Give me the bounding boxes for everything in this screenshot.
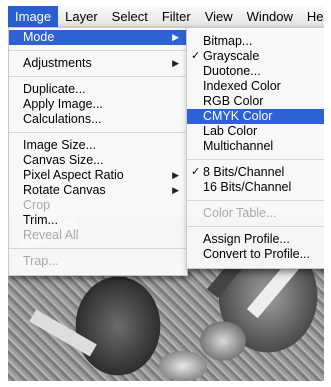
menu-item-calculations[interactable]: Calculations... [9,112,187,127]
menu-item-trim[interactable]: Trim... [9,213,187,228]
submenu-arrow-icon: ▶ [172,58,179,68]
menubar-filter[interactable]: Filter [155,6,198,27]
menu-separator [187,200,324,201]
menu-item-adjustments[interactable]: Adjustments ▶ [9,56,187,71]
submenu-item-duotone[interactable]: Duotone... [187,64,324,79]
submenu-item-color-table: Color Table... [203,206,277,220]
menu-item-label: Pixel Aspect Ratio [23,168,124,182]
menu-separator [9,50,187,51]
menubar-help[interactable]: He [300,6,324,27]
menu-item-rotate-canvas[interactable]: Rotate Canvas ▶ [9,183,187,198]
mode-submenu: Bitmap... ✓ Grayscale Duotone... Indexed… [186,27,324,269]
menu-item-mode[interactable]: Mode ▶ [9,30,187,45]
submenu-arrow-icon: ▶ [172,170,179,180]
submenu-item-indexed-color[interactable]: Indexed Color [187,79,324,94]
submenu-item-lab-color[interactable]: Lab Color [187,124,324,139]
menu-separator [187,159,324,160]
menubar-image[interactable]: Image [8,6,59,27]
submenu-item-16-bits[interactable]: 16 Bits/Channel [187,180,324,195]
menu-separator [9,248,187,249]
menu-item-label: Rotate Canvas [23,183,106,197]
submenu-arrow-icon: ▶ [172,32,179,42]
screenshot-frame: Image Layer Select Filter View Window He… [8,6,324,381]
submenu-item-cmyk-color[interactable]: CMYK Color [187,109,324,124]
menu-item-label: Grayscale [203,49,260,63]
menu-bar: Image Layer Select Filter View Window He [8,6,324,28]
menu-item-image-size[interactable]: Image Size... [9,138,187,153]
menubar-layer[interactable]: Layer [58,6,105,27]
menubar-window[interactable]: Window [240,6,300,27]
menu-item-label: 8 Bits/Channel [203,165,285,179]
submenu-arrow-icon: ▶ [172,185,179,195]
checkmark-icon: ✓ [191,50,201,62]
submenu-item-convert-to-profile[interactable]: Convert to Profile... [187,247,324,262]
submenu-item-rgb-color[interactable]: RGB Color [187,94,324,109]
checkmark-icon: ✓ [191,166,201,178]
menubar-view[interactable]: View [198,6,240,27]
menu-item-pixel-aspect-ratio[interactable]: Pixel Aspect Ratio ▶ [9,168,187,183]
submenu-item-bitmap[interactable]: Bitmap... [187,34,324,49]
image-menu: Mode ▶ Adjustments ▶ Duplicate... Apply … [8,27,188,276]
submenu-item-assign-profile[interactable]: Assign Profile... [187,232,324,247]
menu-item-label: Adjustments [23,56,92,70]
menu-separator [9,132,187,133]
menu-item-apply-image[interactable]: Apply Image... [9,97,187,112]
menu-item-duplicate[interactable]: Duplicate... [9,82,187,97]
menu-item-reveal-all: Reveal All [23,228,79,242]
menu-item-label: Mode [23,30,55,44]
menu-item-crop: Crop [23,198,51,212]
menu-separator [9,76,187,77]
submenu-item-grayscale[interactable]: ✓ Grayscale [187,49,324,64]
submenu-item-multichannel[interactable]: Multichannel [187,139,324,154]
menu-item-trap: Trap... [23,254,59,268]
submenu-item-8-bits[interactable]: ✓ 8 Bits/Channel [187,165,324,180]
menubar-select[interactable]: Select [105,6,155,27]
menu-item-canvas-size[interactable]: Canvas Size... [9,153,187,168]
menu-separator [187,226,324,227]
